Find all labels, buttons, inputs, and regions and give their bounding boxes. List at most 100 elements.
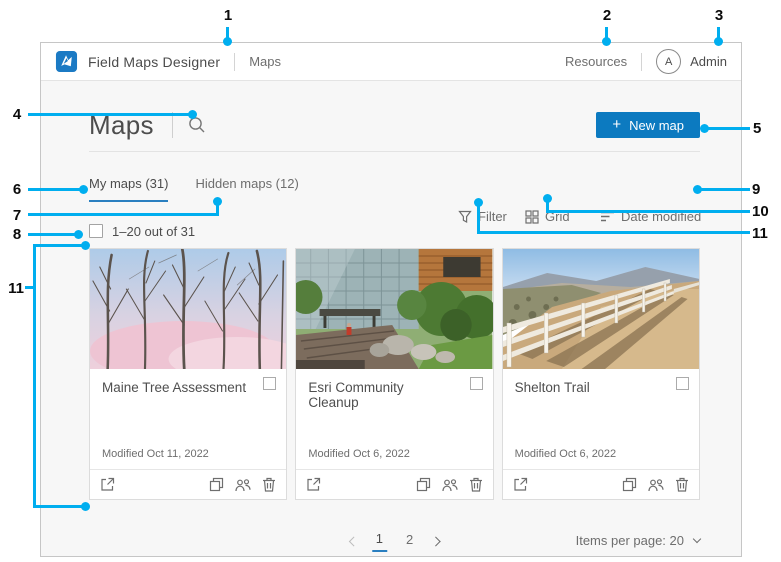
page-1[interactable]: 1 xyxy=(371,531,387,552)
new-map-button[interactable]: + New map xyxy=(596,112,700,138)
chevron-down-icon xyxy=(692,534,702,544)
callout-dot xyxy=(543,194,552,203)
callout-number-11: 11 xyxy=(8,280,24,297)
callout-dot xyxy=(474,198,483,207)
open-map-icon[interactable] xyxy=(513,477,528,492)
thumbnail-trail-fence[interactable] xyxy=(502,249,699,369)
app-title: Field Maps Designer xyxy=(88,53,221,70)
resources-link[interactable]: Resources xyxy=(565,54,627,69)
card-checkbox[interactable] xyxy=(263,377,277,390)
header-divider xyxy=(234,52,236,71)
avatar[interactable]: A xyxy=(656,49,682,74)
maps-list: Maine Tree Assessment Modified Oct 11, 2… xyxy=(89,248,700,500)
pagination-row: 1 2 Items per page: 20 xyxy=(89,529,702,555)
callout-dot xyxy=(81,241,90,250)
map-card[interactable]: Shelton Trail Modified Oct 6, 2022 xyxy=(501,248,700,500)
callout-line xyxy=(28,233,77,236)
header-divider xyxy=(641,52,643,71)
title-rule xyxy=(89,151,700,152)
card-title[interactable]: Esri Community Cleanup xyxy=(308,380,480,410)
share-group-icon[interactable] xyxy=(648,478,664,492)
callout-dot xyxy=(223,37,232,46)
open-map-icon[interactable] xyxy=(100,477,115,492)
prev-page-icon[interactable] xyxy=(348,536,359,547)
card-footer xyxy=(90,469,287,499)
delete-icon[interactable] xyxy=(675,477,689,492)
tab-hidden-maps[interactable]: Hidden maps (12) xyxy=(195,176,298,202)
plus-icon: + xyxy=(612,116,622,133)
username-label[interactable]: Admin xyxy=(690,54,727,69)
callout-dot xyxy=(693,185,702,194)
callout-line xyxy=(33,505,85,508)
callout-number-2: 2 xyxy=(602,7,612,24)
callout-line xyxy=(28,213,219,216)
card-checkbox[interactable] xyxy=(469,377,483,390)
card-body: Esri Community Cleanup Modified Oct 6, 2… xyxy=(296,369,492,469)
card-body: Maine Tree Assessment Modified Oct 11, 2… xyxy=(90,369,286,469)
callout-number-9: 9 xyxy=(752,181,761,198)
callout-number-7: 7 xyxy=(12,207,22,224)
card-modified: Modified Oct 6, 2022 xyxy=(514,448,617,460)
open-map-icon[interactable] xyxy=(306,477,321,492)
callout-number-3: 3 xyxy=(714,7,724,24)
tab-my-maps[interactable]: My maps (31) xyxy=(89,176,169,202)
card-modified: Modified Oct 11, 2022 xyxy=(102,448,209,460)
items-per-page[interactable]: Items per page: 20 xyxy=(575,533,702,548)
callout-line xyxy=(28,113,192,116)
page-2[interactable]: 2 xyxy=(402,532,417,551)
callout-dot xyxy=(213,197,222,206)
filter-button[interactable]: Filter xyxy=(458,209,507,224)
card-checkbox[interactable] xyxy=(675,377,689,390)
callout-line xyxy=(477,231,750,234)
duplicate-icon[interactable] xyxy=(209,477,224,492)
duplicate-icon[interactable] xyxy=(416,477,431,492)
callout-number-6: 6 xyxy=(12,181,22,198)
duplicate-icon[interactable] xyxy=(622,477,637,492)
card-modified: Modified Oct 6, 2022 xyxy=(308,448,410,460)
callout-line xyxy=(698,188,750,191)
callout-line xyxy=(33,244,85,247)
page-content: Maps + New map My maps (31) Hidden maps … xyxy=(41,107,741,555)
filter-funnel-icon xyxy=(458,210,472,223)
card-footer xyxy=(502,469,699,499)
nav-maps[interactable]: Maps xyxy=(249,54,281,69)
map-card[interactable]: Maine Tree Assessment Modified Oct 11, 2… xyxy=(89,248,288,500)
callout-line xyxy=(28,188,82,191)
callout-line xyxy=(705,127,750,130)
pager: 1 2 xyxy=(348,531,441,552)
callout-dot xyxy=(602,37,611,46)
callout-number-1: 1 xyxy=(223,7,233,24)
share-group-icon[interactable] xyxy=(235,478,251,492)
filter-label: Filter xyxy=(478,209,507,224)
app-window: Field Maps Designer Maps Resources A Adm… xyxy=(40,42,742,557)
tabs: My maps (31) Hidden maps (12) xyxy=(89,176,700,202)
items-per-page-label: Items per page: 20 xyxy=(575,533,684,548)
select-all-checkbox[interactable] xyxy=(89,224,103,238)
delete-icon[interactable] xyxy=(469,477,483,492)
callout-number-10: 10 xyxy=(752,203,769,220)
callout-line xyxy=(33,244,36,508)
app-header: Field Maps Designer Maps Resources A Adm… xyxy=(41,43,741,81)
card-body: Shelton Trail Modified Oct 6, 2022 xyxy=(503,369,699,469)
thumbnail-winter-trees[interactable] xyxy=(90,249,287,369)
callout-dot xyxy=(79,185,88,194)
callout-dot xyxy=(700,124,709,133)
card-footer xyxy=(296,469,493,499)
card-title[interactable]: Shelton Trail xyxy=(515,380,687,395)
callout-number-8: 8 xyxy=(12,226,22,243)
callout-number-5: 5 xyxy=(753,120,762,137)
callout-dot xyxy=(714,37,723,46)
callout-number-4: 4 xyxy=(12,106,22,123)
annotated-screenshot: Field Maps Designer Maps Resources A Adm… xyxy=(0,0,781,562)
card-title[interactable]: Maine Tree Assessment xyxy=(102,380,274,395)
share-group-icon[interactable] xyxy=(442,478,458,492)
map-card[interactable]: Esri Community Cleanup Modified Oct 6, 2… xyxy=(295,248,494,500)
callout-dot xyxy=(74,230,83,239)
callout-number-11: 11 xyxy=(752,225,768,242)
next-page-icon[interactable] xyxy=(430,536,441,547)
new-map-label: New map xyxy=(629,117,684,133)
range-label: 1–20 out of 31 xyxy=(112,223,196,239)
delete-icon[interactable] xyxy=(262,477,276,492)
thumbnail-campus-building[interactable] xyxy=(296,249,493,369)
callout-dot xyxy=(188,110,197,119)
